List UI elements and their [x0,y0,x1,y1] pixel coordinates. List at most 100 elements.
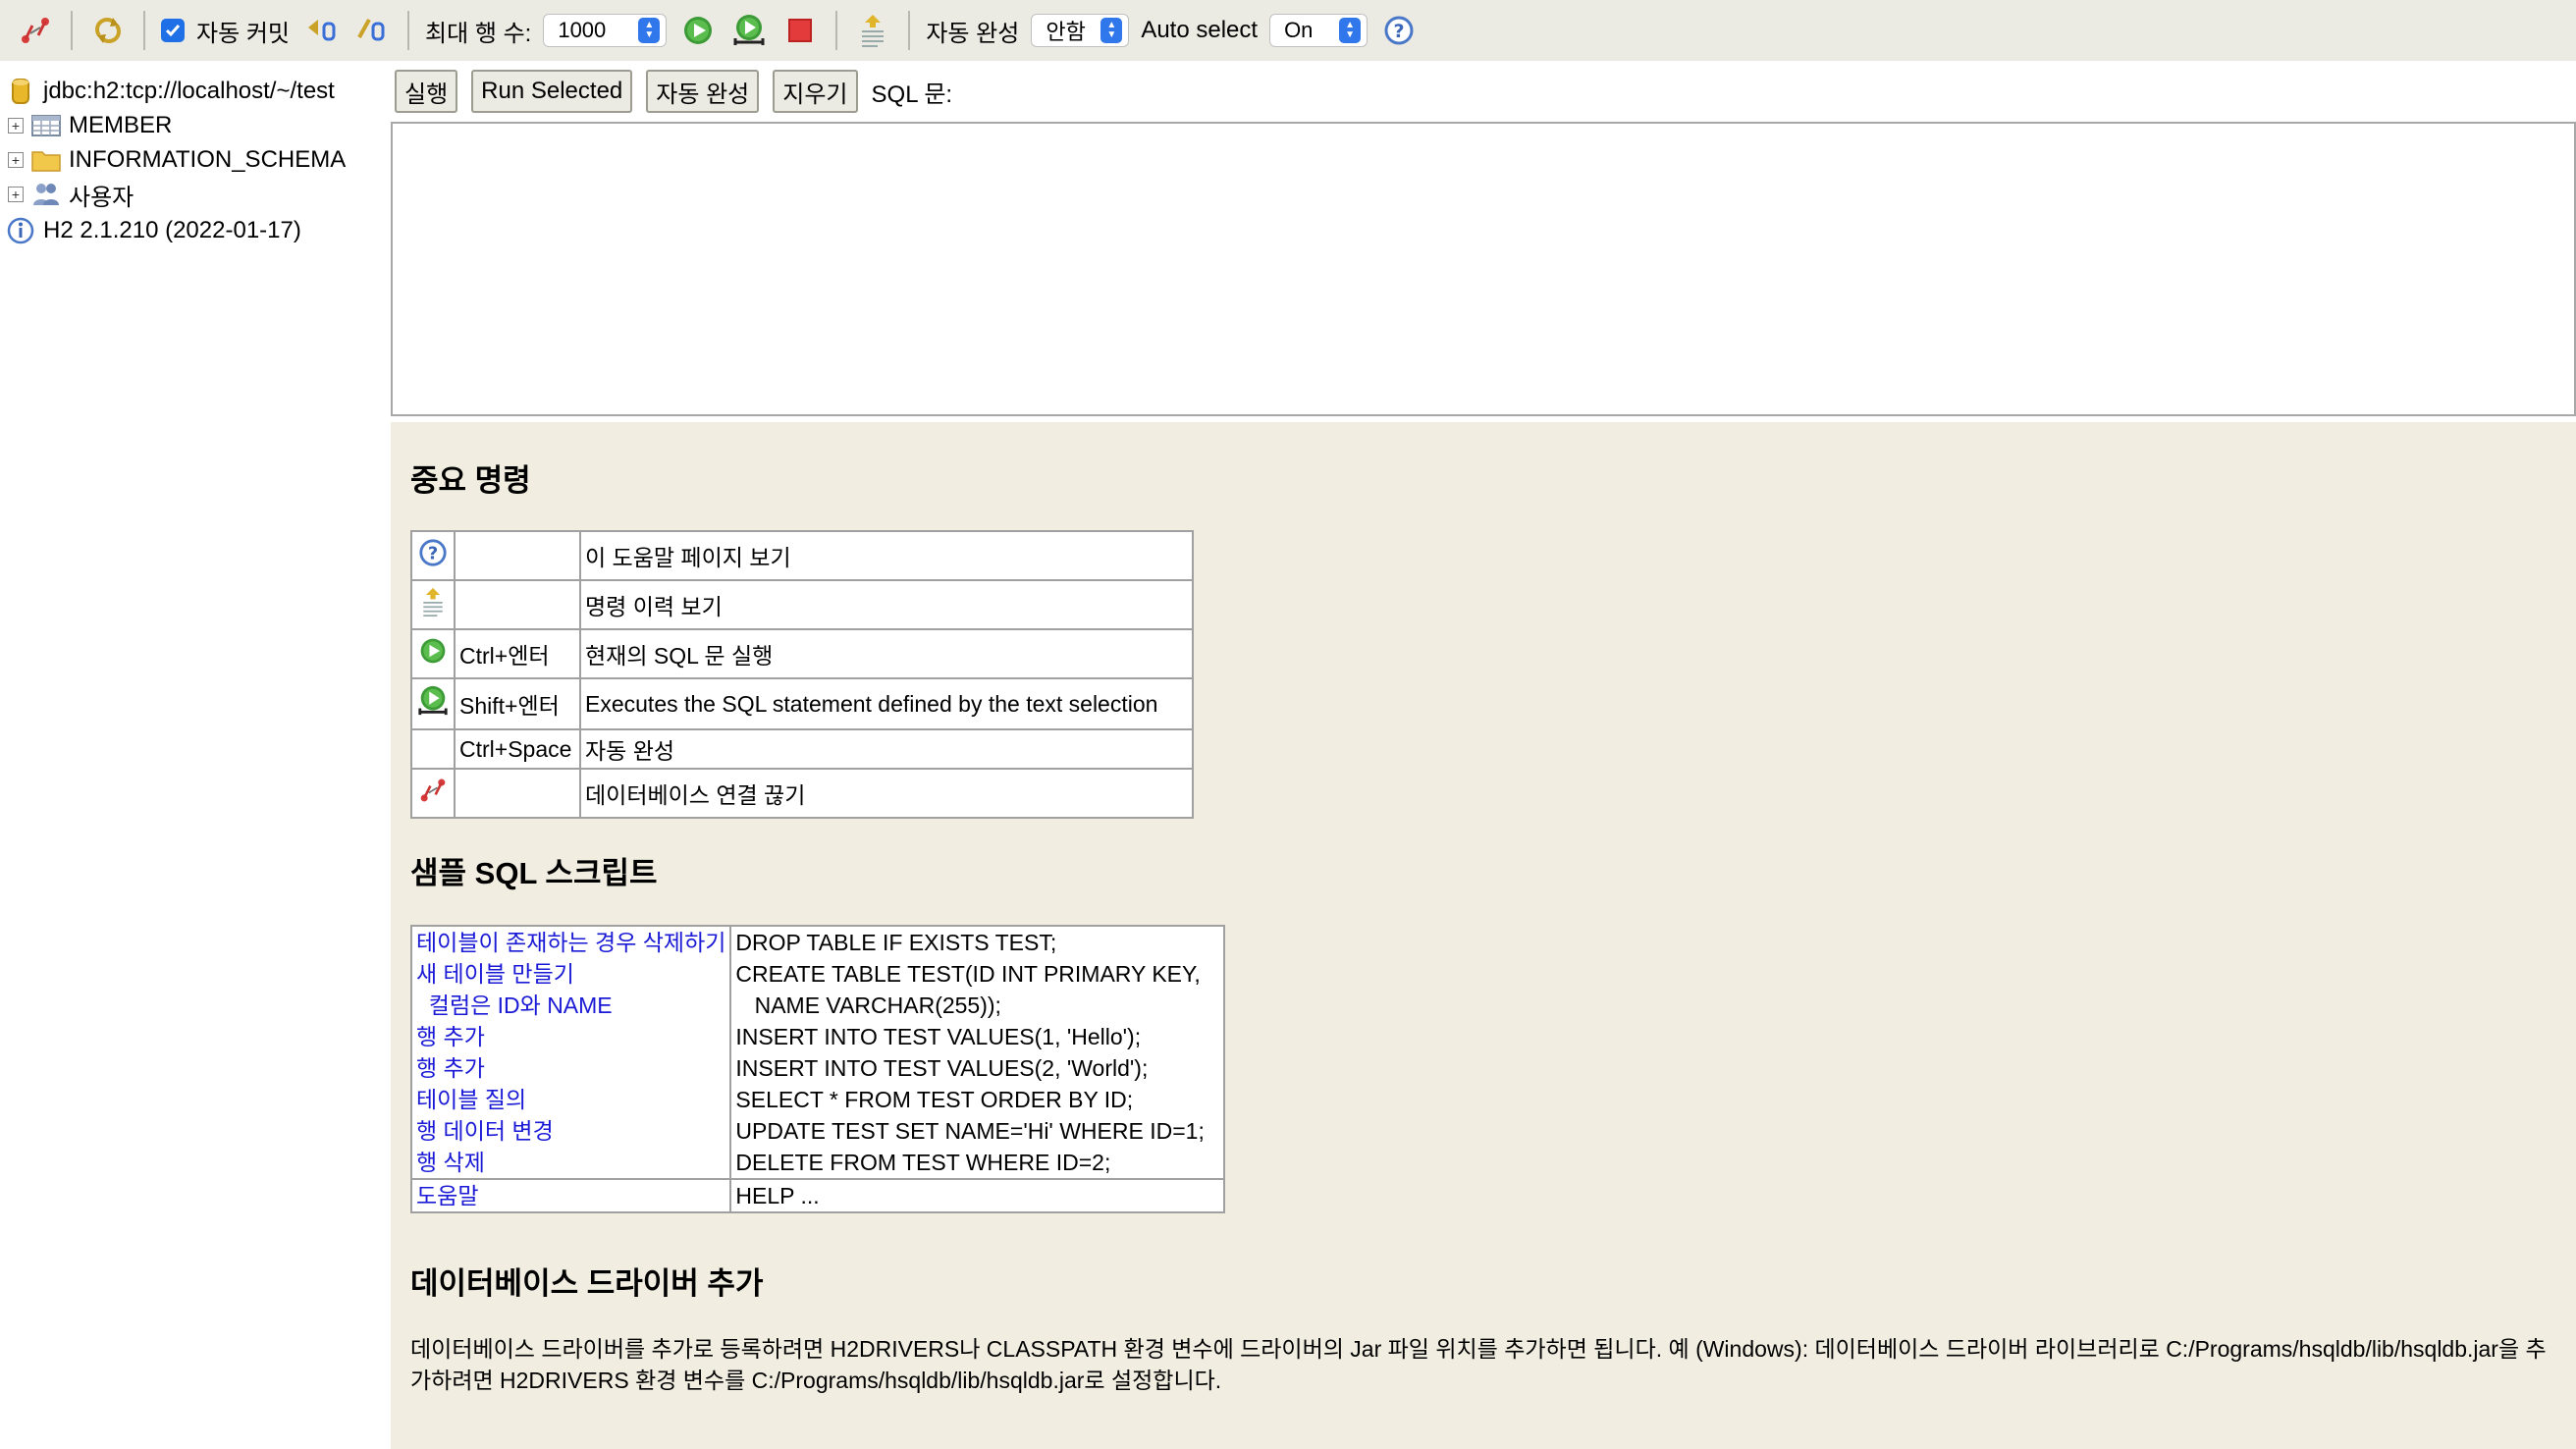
sample-link[interactable]: 테이블 질의 [416,1084,725,1115]
sample-sql-line: DROP TABLE IF EXISTS TEST; [735,930,1057,955]
help-panel: 중요 명령 ? 이 도움말 페이지 보기 명령 이력 보기 Ctrl+엔터 현재… [391,422,2576,1449]
command-key [454,768,581,819]
empty-icon-cell [410,728,456,770]
autocomplete-label: 자동 완성 [926,20,1020,47]
sample-sql-line: INSERT INTO TEST VALUES(1, 'Hello'); [735,1024,1142,1049]
table-icon [31,111,61,140]
sample-link[interactable]: 행 추가 [416,1052,725,1084]
sample-sql-line: UPDATE TEST SET NAME='Hi' WHERE ID=1; [735,1118,1205,1144]
tree-item-users[interactable]: + 사용자 [0,178,134,211]
sample-link[interactable]: 행 데이터 변경 [416,1115,725,1147]
sample-sql-title: 샘플 SQL 스크립트 [410,856,658,890]
command-key [454,579,581,630]
sql-statement-label: SQL 문: [871,80,953,108]
command-description: Executes the SQL statement defined by th… [579,677,1194,730]
sample-sql-line: DELETE FROM TEST WHERE ID=2; [735,1150,1111,1175]
table-row: Ctrl+Space 자동 완성 [410,728,1194,770]
run-selected-icon[interactable] [729,11,769,50]
history-icon [410,579,456,630]
help-icon[interactable]: ? [1379,11,1419,50]
add-driver-text: 데이터베이스 드라이버를 추가로 등록하려면 H2DRIVERS나 CLASSP… [410,1336,2547,1393]
command-description: 명령 이력 보기 [579,579,1194,630]
autocommit-checkbox[interactable]: 자동 커밋 [161,14,295,48]
sample-link[interactable]: 컬럼은 ID와 NAME [416,990,725,1021]
sql-editor[interactable] [391,122,2576,416]
expand-icon[interactable]: + [8,152,24,168]
select-arrows-icon: ▲ ▼ [1100,18,1123,43]
expand-icon[interactable]: + [8,187,24,202]
svg-text:?: ? [428,544,438,564]
tree-item-label: MEMBER [69,112,173,138]
toolbar-separator [407,11,409,50]
tree-version: H2 2.1.210 (2022-01-17) [0,214,301,247]
tree-item-member[interactable]: + MEMBER [0,109,172,142]
sample-sql-line: SELECT * FROM TEST ORDER BY ID; [735,1087,1134,1112]
tree-connection[interactable]: jdbc:h2:tcp://localhost/~/test [0,75,335,108]
command-description: 이 도움말 페이지 보기 [579,530,1194,581]
table-row: Shift+엔터 Executes the SQL statement defi… [410,677,1194,730]
refresh-icon[interactable] [88,11,128,50]
users-icon [31,180,61,209]
important-commands-title: 중요 명령 [410,463,531,498]
commit-icon[interactable] [352,11,392,50]
autocomplete-value: 안함 [1046,20,1086,44]
table-row: Ctrl+엔터 현재의 SQL 문 실행 [410,628,1194,679]
sample-link[interactable]: 행 추가 [416,1021,725,1052]
history-icon[interactable] [853,11,892,50]
table-row: 테이블이 존재하는 경우 삭제하기 새 테이블 만들기 컬럼은 ID와 NAME… [409,925,1225,1180]
autocommit-label: 자동 커밋 [196,20,290,47]
sample-sql-line: INSERT INTO TEST VALUES(2, 'World'); [735,1055,1149,1081]
sample-sql-line: HELP ... [735,1183,820,1208]
table-row: 명령 이력 보기 [410,579,1194,630]
run-icon[interactable] [678,11,718,50]
info-icon [6,216,35,245]
sample-link[interactable]: 테이블이 존재하는 경우 삭제하기 [416,927,725,958]
command-description: 데이터베이스 연결 끊기 [579,768,1194,819]
command-key [454,530,581,581]
max-rows-select[interactable]: 1000 ▲ ▼ [543,14,668,47]
disconnect-icon[interactable] [16,11,55,50]
sample-sql-table: 테이블이 존재하는 경우 삭제하기 새 테이블 만들기 컬럼은 ID와 NAME… [409,925,1225,1213]
sample-sql-line: NAME VARCHAR(255)); [735,993,1001,1018]
command-description: 자동 완성 [579,728,1194,770]
help-link-cell: 도움말 [409,1178,732,1213]
toolbar-separator [71,11,73,50]
run-button[interactable]: 실행 [395,70,458,113]
help-link[interactable]: 도움말 [416,1180,725,1211]
tree-item-label: INFORMATION_SCHEMA [69,146,347,173]
expand-icon[interactable]: + [8,118,24,134]
autocomplete-button[interactable]: 자동 완성 [646,70,760,113]
max-rows-value: 1000 [558,18,607,42]
table-row: 데이터베이스 연결 끊기 [410,768,1194,819]
object-tree: jdbc:h2:tcp://localhost/~/test + MEMBER … [0,61,391,1449]
max-rows-label: 최대 행 수: [425,20,532,47]
toolbar: 자동 커밋 최대 행 수: 1000 ▲ ▼ 자동 완성 안함 ▲ ▼ Auto s… [0,0,2576,61]
help-sql-cell: HELP ... [729,1178,1225,1213]
toolbar-separator [835,11,838,50]
table-row: ? 이 도움말 페이지 보기 [410,530,1194,581]
clear-button[interactable]: 지우기 [773,70,858,113]
sample-sql-cell: DROP TABLE IF EXISTS TEST; CREATE TABLE … [729,925,1225,1180]
folder-icon [31,145,61,175]
sample-link[interactable]: 행 삭제 [416,1147,725,1178]
add-driver-title: 데이터베이스 드라이버 추가 [410,1266,764,1301]
connection-url: jdbc:h2:tcp://localhost/~/test [43,78,335,104]
svg-text:?: ? [1394,21,1405,42]
autocomplete-select[interactable]: 안함 ▲ ▼ [1031,14,1130,47]
autoselect-select[interactable]: On ▲ ▼ [1269,14,1368,47]
checkbox-checked-icon[interactable] [161,19,185,42]
sample-link[interactable]: 새 테이블 만들기 [416,958,725,990]
stop-icon[interactable] [780,11,820,50]
tree-item-label: 사용자 [69,184,134,211]
autoselect-value: On [1284,18,1314,42]
disconnect-icon [410,768,456,819]
autoselect-label: Auto select [1141,17,1259,43]
toolbar-separator [908,11,911,50]
toolbar-separator [143,11,145,50]
run-selected-button[interactable]: Run Selected [471,70,633,113]
command-key: Shift+엔터 [454,677,581,730]
rollback-icon[interactable] [301,11,341,50]
important-commands-table: ? 이 도움말 페이지 보기 명령 이력 보기 Ctrl+엔터 현재의 SQL … [410,530,1194,819]
help-icon: ? [410,530,456,581]
tree-item-information-schema[interactable]: + INFORMATION_SCHEMA [0,143,346,177]
